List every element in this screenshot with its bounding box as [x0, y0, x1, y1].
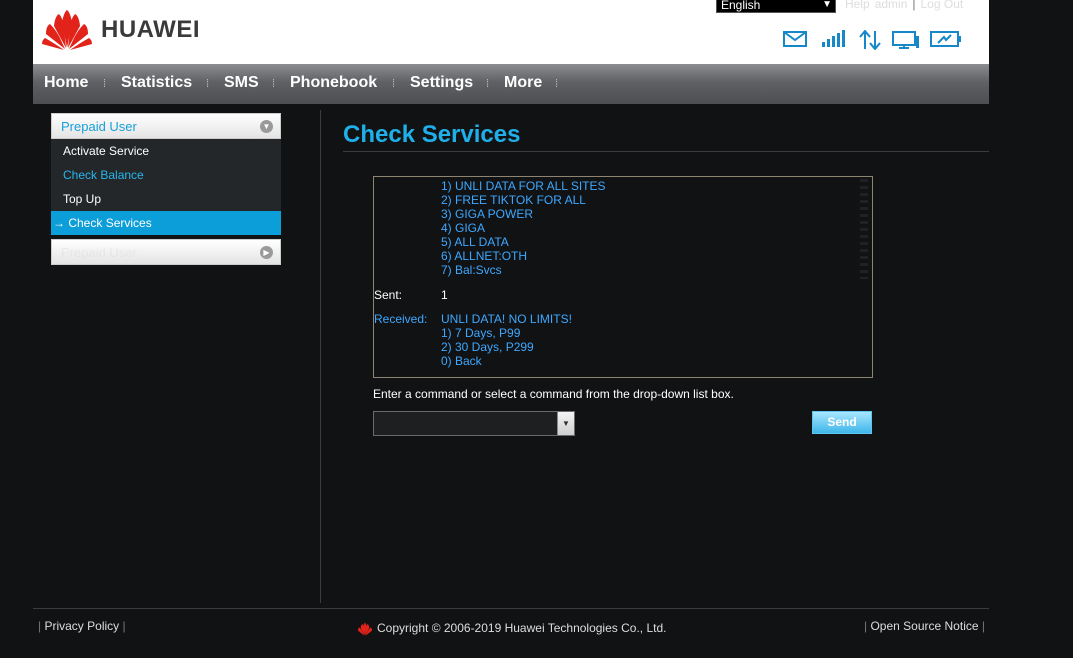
chevron-down-icon[interactable]: ▼ — [557, 412, 574, 435]
main-nav: Home ⁞ Statistics ⁞ SMS ⁞ Phonebook ⁞ Se… — [33, 64, 989, 104]
signal-icon — [822, 30, 845, 47]
copyright-text: Copyright © 2006-2019 Huawei Technologie… — [377, 621, 667, 635]
received-label: Received: — [374, 312, 428, 326]
nav-more[interactable]: More — [504, 74, 542, 92]
received-line: 1) 7 Days, P99 — [441, 326, 521, 340]
menu-line: 6) ALLNET:OTH — [441, 249, 528, 263]
collapse-icon: ▼ — [260, 120, 273, 133]
nav-separator: ⁞ — [392, 78, 396, 90]
sidebar-group-collapsed[interactable]: Prepaid User ▶ — [51, 239, 281, 265]
header: HUAWEI English ▼ Help admin | Log Out — [33, 0, 989, 64]
nav-phonebook[interactable]: Phonebook — [290, 74, 377, 92]
nav-separator: ⁞ — [272, 78, 276, 90]
sent-label: Sent: — [374, 288, 403, 302]
menu-line: 7) Bal:Svcs — [441, 263, 502, 277]
nav-separator: ⁞ — [206, 78, 210, 90]
sent-value: 1 — [441, 288, 448, 302]
menu-line: 2) FREE TIKTOK FOR ALL — [441, 193, 586, 207]
nav-home[interactable]: Home — [44, 74, 88, 92]
help-link[interactable]: Help — [845, 0, 870, 11]
sidebar-group-label: Prepaid User — [61, 245, 137, 260]
sidebar: Prepaid User ▼ Activate Service Check Ba… — [51, 113, 281, 265]
menu-line: 3) GIGA POWER — [441, 207, 534, 221]
nav-separator: ⁞ — [103, 78, 107, 90]
footer-copyright: Copyright © 2006-2019 Huawei Technologie… — [356, 621, 666, 636]
sidebar-list: Activate Service Check Balance Top Up → … — [51, 139, 281, 235]
nav-sms[interactable]: SMS — [224, 74, 259, 92]
menu-line: 1) UNLI DATA FOR ALL SITES — [441, 179, 606, 193]
send-button[interactable]: Send — [812, 411, 872, 434]
nav-separator: ⁞ — [555, 78, 559, 90]
language-select-value: English — [721, 0, 761, 12]
huawei-logo — [42, 10, 92, 50]
received-line: UNLI DATA! NO LIMITS! — [441, 312, 572, 326]
mail-icon[interactable] — [783, 30, 807, 48]
received-line: 2) 30 Days, P299 — [441, 340, 534, 354]
footer-right: | Open Source Notice | — [864, 619, 985, 633]
received-line: 0) Back — [441, 354, 482, 368]
instruction-text: Enter a command or select a command from… — [373, 387, 734, 401]
arrow-right-icon: → — [53, 216, 65, 230]
divider — [320, 110, 321, 603]
logout-link[interactable]: Log Out — [921, 0, 964, 11]
brand-name: HUAWEI — [101, 16, 200, 43]
menu-line: 5) ALL DATA — [441, 235, 509, 249]
nav-statistics[interactable]: Statistics — [121, 74, 192, 92]
data-arrows-icon — [859, 30, 881, 50]
scrollbar[interactable] — [860, 179, 868, 279]
divider — [343, 151, 989, 152]
privacy-policy-link[interactable]: Privacy Policy — [44, 619, 119, 633]
page-title: Check Services — [343, 121, 521, 148]
chevron-down-icon: ▼ — [822, 0, 832, 10]
ussd-response-box: 1) UNLI DATA FOR ALL SITES 2) FREE TIKTO… — [373, 176, 873, 378]
footer-left: | Privacy Policy | — [38, 619, 126, 633]
command-combobox[interactable]: ▼ — [373, 411, 575, 436]
open-source-notice-link[interactable]: Open Source Notice — [870, 619, 978, 633]
sidebar-item-top-up[interactable]: Top Up — [51, 187, 281, 211]
nav-settings[interactable]: Settings — [410, 74, 473, 92]
admin-link[interactable]: admin — [875, 0, 908, 11]
menu-line: 4) GIGA — [441, 221, 486, 235]
expand-icon: ▶ — [260, 246, 273, 259]
sidebar-item-check-services[interactable]: → Check Services — [51, 211, 281, 235]
language-select[interactable]: English ▼ — [716, 0, 836, 13]
sidebar-item-label: Check Services — [68, 216, 152, 230]
battery-icon — [930, 31, 961, 47]
sidebar-item-activate-service[interactable]: Activate Service — [51, 139, 281, 163]
pc-connection-icon — [892, 31, 919, 49]
nav-separator: ⁞ — [486, 78, 490, 90]
huawei-logo-small — [358, 622, 372, 636]
sidebar-group-prepaid-user[interactable]: Prepaid User ▼ — [51, 113, 281, 139]
top-links: Help admin | Log Out — [845, 0, 968, 11]
sidebar-item-check-balance[interactable]: Check Balance — [51, 163, 281, 187]
divider — [33, 608, 989, 609]
sidebar-group-label: Prepaid User — [61, 119, 137, 134]
